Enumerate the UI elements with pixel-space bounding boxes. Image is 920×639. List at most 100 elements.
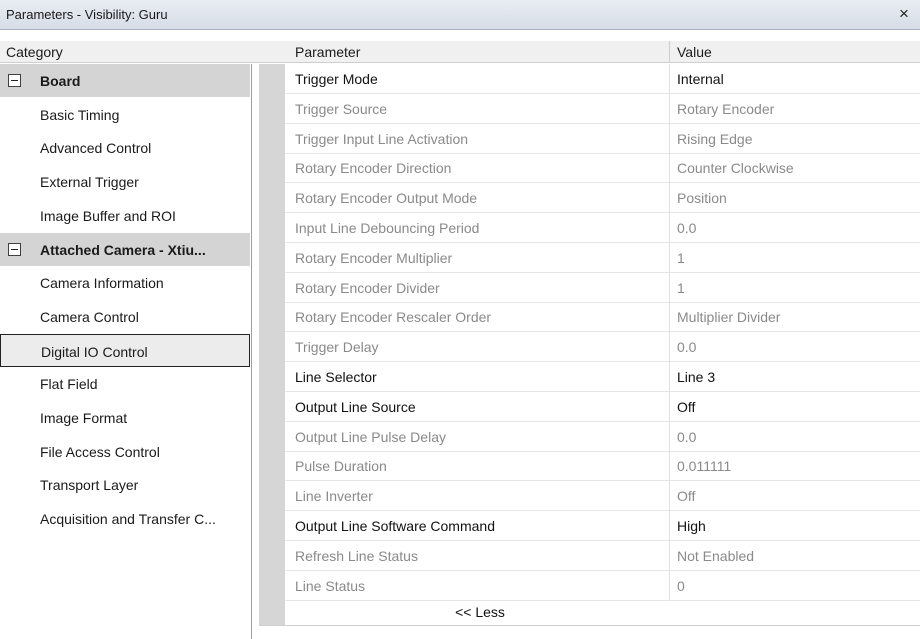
- parameter-header[interactable]: Parameter: [295, 44, 360, 60]
- parameter-value: 1: [677, 249, 685, 266]
- cell-divider: [669, 153, 670, 184]
- less-button[interactable]: << Less: [430, 604, 530, 624]
- parameter-value: Counter Clockwise: [677, 160, 794, 177]
- parameter-value[interactable]: High: [677, 518, 706, 534]
- parameter-row[interactable]: Trigger Delay 0.0: [285, 332, 920, 363]
- parameter-name: Trigger Input Line Activation: [295, 130, 469, 147]
- category-label: Transport Layer: [40, 477, 139, 494]
- parameter-name: Rotary Encoder Output Mode: [295, 190, 478, 207]
- category-header[interactable]: Category: [6, 44, 63, 60]
- column-divider[interactable]: [669, 41, 670, 63]
- parameter-name: Line Selector: [295, 369, 377, 385]
- parameter-value: Multiplier Divider: [677, 309, 781, 326]
- cell-divider: [669, 213, 670, 243]
- cell-divider: [669, 421, 670, 452]
- category-label: Image Buffer and ROI: [40, 207, 176, 224]
- parameter-row[interactable]: Rotary Encoder Rescaler Order Multiplier …: [285, 302, 920, 333]
- parameter-row[interactable]: Trigger Source Rotary Encoder: [285, 93, 920, 124]
- category-label: Advanced Control: [40, 140, 152, 157]
- value-header[interactable]: Value: [677, 44, 712, 60]
- category-item[interactable]: Image Buffer and ROI: [0, 199, 250, 232]
- cell-divider: [669, 272, 670, 303]
- window-titlebar: Parameters - Visibility: Guru ×: [0, 0, 920, 30]
- cell-divider: [669, 540, 670, 571]
- parameter-row[interactable]: Rotary Encoder Multiplier 1: [285, 242, 920, 273]
- column-headers: Category Parameter Value: [0, 41, 920, 63]
- parameter-name: Rotary Encoder Direction: [295, 160, 452, 177]
- category-label: Camera Information: [40, 275, 164, 292]
- parameter-name: Line Status: [295, 577, 366, 594]
- parameter-row[interactable]: Output Line Software Command High: [285, 511, 920, 541]
- category-item[interactable]: Basic Timing: [0, 98, 250, 131]
- parameter-name: Trigger Mode: [295, 71, 378, 87]
- parameter-value: Rising Edge: [677, 130, 753, 147]
- cell-divider: [669, 64, 670, 94]
- category-label: Digital IO Control: [41, 343, 148, 360]
- parameter-row[interactable]: Rotary Encoder Divider 1: [285, 272, 920, 303]
- category-item[interactable]: Camera Control: [0, 300, 250, 333]
- parameter-value: 0: [677, 577, 685, 594]
- parameter-name: Refresh Line Status: [295, 547, 418, 564]
- parameter-row[interactable]: Rotary Encoder Direction Counter Clockwis…: [285, 153, 920, 184]
- cell-divider: [669, 391, 670, 422]
- parameter-row[interactable]: Line Status 0: [285, 570, 920, 601]
- category-label: Camera Control: [40, 308, 139, 325]
- category-label: Board: [40, 73, 81, 89]
- cell-divider: [669, 481, 670, 512]
- category-label: File Access Control: [40, 443, 160, 460]
- category-group[interactable]: Board: [0, 64, 250, 97]
- category-label: External Trigger: [40, 174, 139, 191]
- collapse-icon[interactable]: [8, 74, 21, 87]
- category-item[interactable]: File Access Control: [0, 435, 250, 468]
- parameter-value[interactable]: Line 3: [677, 369, 715, 385]
- parameter-name: Rotary Encoder Multiplier: [295, 249, 453, 266]
- parameter-name: Rotary Encoder Rescaler Order: [295, 309, 492, 326]
- parameter-name: Input Line Debouncing Period: [295, 220, 480, 236]
- cell-divider: [669, 302, 670, 333]
- parameter-row[interactable]: Output Line Source Off: [285, 391, 920, 422]
- cell-divider: [669, 511, 670, 541]
- category-item[interactable]: Camera Information: [0, 266, 250, 299]
- category-label: Basic Timing: [40, 106, 120, 123]
- collapse-icon[interactable]: [8, 242, 21, 256]
- parameter-row[interactable]: Line Selector Line 3: [285, 362, 920, 392]
- cell-divider: [669, 570, 670, 601]
- parameter-value[interactable]: Off: [677, 399, 695, 415]
- parameter-value: 1: [677, 279, 685, 296]
- category-item[interactable]: Flat Field: [0, 367, 250, 400]
- category-item[interactable]: Transport Layer: [0, 468, 250, 501]
- category-item[interactable]: Digital IO Control: [0, 333, 250, 367]
- parameter-value[interactable]: Internal: [677, 71, 724, 87]
- parameter-row[interactable]: Input Line Debouncing Period 0.0: [285, 213, 920, 243]
- parameter-value: 0.0: [677, 220, 697, 236]
- parameter-row[interactable]: Pulse Duration 0.011111: [285, 451, 920, 482]
- category-label: Flat Field: [40, 376, 98, 393]
- parameter-value: Position: [677, 190, 727, 207]
- parameter-row[interactable]: Line Inverter Off: [285, 481, 920, 512]
- close-icon[interactable]: ×: [894, 4, 914, 24]
- category-label: Acquisition and Transfer C...: [40, 511, 216, 528]
- parameter-name: Trigger Source: [295, 100, 388, 117]
- parameter-value: Not Enabled: [677, 547, 755, 564]
- parameter-name: Rotary Encoder Divider: [295, 279, 440, 296]
- category-item[interactable]: Advanced Control: [0, 131, 250, 164]
- category-item[interactable]: Image Format: [0, 401, 250, 434]
- parameter-name: Pulse Duration: [295, 458, 387, 475]
- parameter-value: 0.0: [677, 428, 697, 445]
- category-label: Attached Camera - Xtiu...: [40, 241, 206, 258]
- window-title: Parameters - Visibility: Guru: [6, 7, 168, 22]
- parameter-row[interactable]: Trigger Input Line Activation Rising Edge: [285, 123, 920, 154]
- category-item[interactable]: Acquisition and Transfer C...: [0, 502, 250, 535]
- cell-divider: [669, 332, 670, 363]
- parameter-row[interactable]: Output Line Pulse Delay 0.0: [285, 421, 920, 452]
- cell-divider: [669, 93, 670, 124]
- parameter-row[interactable]: Rotary Encoder Output Mode Position: [285, 183, 920, 214]
- category-group[interactable]: Attached Camera - Xtiu...: [0, 232, 250, 266]
- parameter-row[interactable]: Trigger Mode Internal: [285, 64, 920, 94]
- parameter-value: 0.011111: [677, 458, 732, 475]
- parameter-row[interactable]: Refresh Line Status Not Enabled: [285, 540, 920, 571]
- category-label: Image Format: [40, 410, 128, 426]
- category-item[interactable]: External Trigger: [0, 165, 250, 198]
- parameter-name: Output Line Software Command: [295, 518, 495, 534]
- cell-divider: [669, 242, 670, 273]
